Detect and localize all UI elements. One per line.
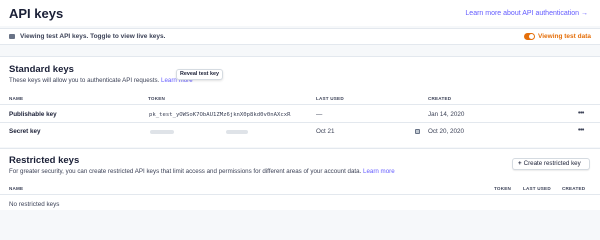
- row-menu-icon[interactable]: •••: [578, 110, 584, 117]
- reveal-test-key-button[interactable]: Reveal test key: [176, 69, 223, 80]
- info-icon: [9, 34, 15, 39]
- learn-auth-link[interactable]: Learn more about API authentication →: [465, 10, 588, 17]
- column-header-last-used: LAST USED: [523, 186, 551, 191]
- section-description: For greater security, you can create res…: [9, 168, 395, 175]
- section-title: Restricted keys: [9, 155, 80, 166]
- section-description: These keys will allow you to authenticat…: [9, 77, 193, 84]
- test-data-toggle[interactable]: [524, 33, 535, 40]
- test-mode-banner: Viewing test API keys. Toggle to view li…: [0, 28, 600, 45]
- last-used: —: [316, 111, 323, 118]
- create-label: Create restricted key: [523, 160, 581, 167]
- column-header-name: NAME: [9, 96, 24, 101]
- publishable-token[interactable]: pk_test_yOWSoK7ObAU1ZMz6jknX0p8kd0v0nAXc…: [149, 112, 290, 118]
- section-title: Standard keys: [9, 64, 74, 75]
- column-header-token: TOKEN: [148, 96, 165, 101]
- toggle-label[interactable]: Viewing test data: [538, 33, 591, 40]
- divider: [0, 104, 600, 105]
- divider: [0, 122, 600, 123]
- column-header-name: NAME: [9, 186, 24, 191]
- copy-icon[interactable]: [415, 129, 420, 134]
- standard-keys-section: Standard keys These keys will allow you …: [0, 56, 600, 147]
- column-header-created: CREATED: [562, 186, 586, 191]
- description-text: These keys will allow you to authenticat…: [9, 77, 160, 84]
- key-name: Secret key: [9, 128, 41, 135]
- create-restricted-key-button[interactable]: + Create restricted key: [512, 158, 590, 170]
- description-text: For greater security, you can create res…: [9, 168, 362, 175]
- plus-icon: +: [518, 160, 522, 167]
- page-header: API keys Learn more about API authentica…: [0, 0, 600, 26]
- hidden-token-mask: [226, 130, 248, 134]
- banner-text: Viewing test API keys. Toggle to view li…: [20, 33, 166, 40]
- page-title: API keys: [9, 6, 64, 21]
- column-header-last-used: LAST USED: [316, 96, 344, 101]
- column-header-token: TOKEN: [494, 186, 511, 191]
- toggle-knob: [529, 34, 534, 39]
- hidden-token-mask: [150, 130, 174, 134]
- created-date: Jan 14, 2020: [428, 111, 465, 118]
- empty-state-text: No restricted keys: [9, 201, 60, 208]
- column-header-created: CREATED: [428, 96, 452, 101]
- last-used: Oct 21: [316, 128, 335, 135]
- created-date: Oct 20, 2020: [428, 128, 465, 135]
- divider: [0, 194, 600, 195]
- row-menu-icon[interactable]: •••: [578, 127, 584, 134]
- restricted-keys-section: Restricted keys For greater security, yo…: [0, 148, 600, 210]
- learn-more-link[interactable]: Learn more: [363, 168, 395, 175]
- key-name: Publishable key: [9, 111, 57, 118]
